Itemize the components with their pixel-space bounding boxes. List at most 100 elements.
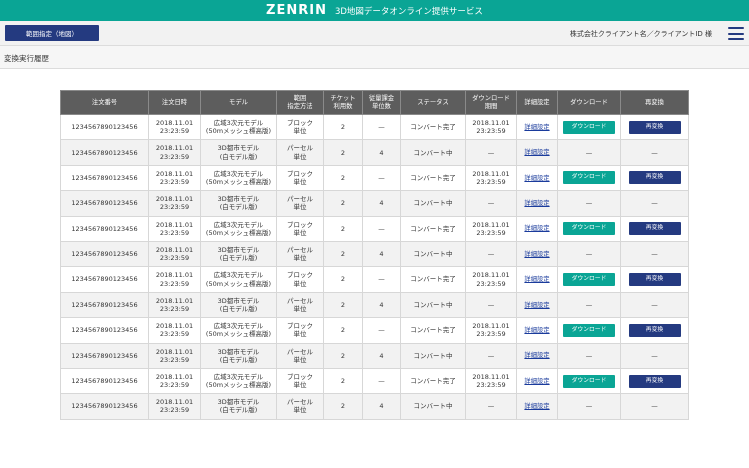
column-header: チケット 利用数 bbox=[323, 90, 363, 115]
range-select-button[interactable]: 範囲指定（地図） bbox=[5, 25, 99, 41]
status-cell: コンバート中 bbox=[400, 190, 466, 217]
ticket-count-cell: 2 bbox=[323, 215, 363, 242]
download-period-cell: 2018.11.01 23:23:59 bbox=[465, 113, 517, 141]
status-cell: コンバート中 bbox=[400, 291, 466, 319]
model-cell: 広域3次元モデル (50mメッシュ標高版) bbox=[200, 215, 277, 242]
order-date-cell: 2018.11.01 23:23:59 bbox=[148, 342, 201, 369]
app-header: ZENRIN 3D地図データオンライン提供サービス bbox=[0, 0, 749, 21]
download-period-cell: — bbox=[465, 190, 517, 217]
unit-count-cell: — bbox=[362, 317, 401, 344]
reconvert-button[interactable]: 再変換 bbox=[628, 171, 681, 185]
detail-settings-link[interactable]: 詳細設定 bbox=[524, 403, 549, 410]
ticket-count-cell: 2 bbox=[323, 291, 363, 319]
reconvert-cell: — bbox=[620, 291, 689, 319]
detail-settings-link[interactable]: 詳細設定 bbox=[524, 225, 549, 232]
unit-count-cell: 4 bbox=[362, 139, 401, 166]
model-cell: 広域3次元モデル (50mメッシュ標高版) bbox=[200, 317, 277, 344]
column-header: 注文番号 bbox=[60, 90, 149, 115]
order-number-cell: 1234567890123456 bbox=[60, 240, 149, 268]
reconvert-cell: — bbox=[620, 342, 689, 369]
order-number-cell: 1234567890123456 bbox=[60, 139, 149, 166]
reconvert-button[interactable]: 再変換 bbox=[628, 323, 681, 337]
detail-settings-link[interactable]: 詳細設定 bbox=[524, 302, 549, 309]
column-header: ダウンロード bbox=[557, 90, 621, 115]
reconvert-cell: 再変換 bbox=[620, 367, 689, 395]
download-cell: — bbox=[557, 291, 621, 319]
order-date-cell: 2018.11.01 23:23:59 bbox=[148, 367, 201, 395]
status-cell: コンバート中 bbox=[400, 240, 466, 268]
detail-settings-cell: 詳細設定 bbox=[516, 342, 558, 369]
order-date-cell: 2018.11.01 23:23:59 bbox=[148, 291, 201, 319]
download-button[interactable]: ダウンロード bbox=[563, 323, 615, 337]
table-row: 1234567890123456 2018.11.01 23:23:59 広域3次元モ… bbox=[60, 164, 689, 192]
page-title: 変換実行履歴 bbox=[4, 54, 49, 63]
order-number-cell: 1234567890123456 bbox=[60, 367, 149, 395]
reconvert-button[interactable]: 再変換 bbox=[628, 120, 681, 134]
download-cell: ダウンロード bbox=[557, 113, 621, 141]
order-date-cell: 2018.11.01 23:23:59 bbox=[148, 190, 201, 217]
detail-settings-link[interactable]: 詳細設定 bbox=[524, 327, 549, 334]
table-row: 1234567890123456 2018.11.01 23:23:59 広域3次元モ… bbox=[60, 215, 689, 242]
detail-settings-link[interactable]: 詳細設定 bbox=[524, 276, 549, 283]
detail-settings-link[interactable]: 詳細設定 bbox=[524, 200, 549, 207]
order-number-cell: 1234567890123456 bbox=[60, 190, 149, 217]
model-cell: 広域3次元モデル (50mメッシュ標高版) bbox=[200, 164, 277, 192]
download-period-cell: 2018.11.01 23:23:59 bbox=[465, 215, 517, 242]
detail-settings-link[interactable]: 詳細設定 bbox=[524, 378, 549, 385]
download-cell: — bbox=[557, 393, 621, 420]
download-cell: — bbox=[557, 139, 621, 166]
range-method-cell: パーセル 単位 bbox=[276, 342, 324, 369]
order-date-cell: 2018.11.01 23:23:59 bbox=[148, 317, 201, 344]
detail-settings-link[interactable]: 詳細設定 bbox=[524, 352, 549, 359]
download-button[interactable]: ダウンロード bbox=[563, 222, 615, 236]
status-cell: コンバート完了 bbox=[400, 317, 466, 344]
page-title-bar: 変換実行履歴 bbox=[0, 46, 749, 69]
detail-settings-link[interactable]: 詳細設定 bbox=[524, 251, 549, 258]
detail-settings-link[interactable]: 詳細設定 bbox=[524, 124, 549, 131]
model-cell: 3D都市モデル (白モデル版) bbox=[200, 342, 277, 369]
download-period-cell: 2018.11.01 23:23:59 bbox=[465, 164, 517, 192]
model-cell: 3D都市モデル (白モデル版) bbox=[200, 190, 277, 217]
download-button[interactable]: ダウンロード bbox=[563, 273, 615, 287]
brand-logo: ZENRIN bbox=[266, 3, 327, 18]
unit-count-cell: 4 bbox=[362, 393, 401, 420]
download-button[interactable]: ダウンロード bbox=[563, 374, 615, 388]
hamburger-menu-icon[interactable] bbox=[728, 27, 744, 40]
detail-settings-cell: 詳細設定 bbox=[516, 164, 558, 192]
order-number-cell: 1234567890123456 bbox=[60, 317, 149, 344]
model-cell: 3D都市モデル (白モデル版) bbox=[200, 139, 277, 166]
status-cell: コンバート完了 bbox=[400, 215, 466, 242]
detail-settings-link[interactable]: 詳細設定 bbox=[524, 175, 549, 182]
reconvert-button[interactable]: 再変換 bbox=[628, 222, 681, 236]
model-cell: 3D都市モデル (白モデル版) bbox=[200, 393, 277, 420]
service-name: 3D地図データオンライン提供サービス bbox=[334, 6, 483, 17]
reconvert-button[interactable]: 再変換 bbox=[628, 374, 681, 388]
download-cell: — bbox=[557, 342, 621, 369]
ticket-count-cell: 2 bbox=[323, 139, 363, 166]
download-button[interactable]: ダウンロード bbox=[563, 171, 615, 185]
download-period-cell: — bbox=[465, 240, 517, 268]
table-row: 1234567890123456 2018.11.01 23:23:59 3D都市モデ… bbox=[60, 190, 689, 217]
table-row: 1234567890123456 2018.11.01 23:23:59 3D都市モデ… bbox=[60, 342, 689, 369]
range-method-cell: パーセル 単位 bbox=[276, 393, 324, 420]
order-number-cell: 1234567890123456 bbox=[60, 113, 149, 141]
download-cell: — bbox=[557, 240, 621, 268]
sub-header: 範囲指定（地図） 株式会社クライアント名／クライアントID 様 bbox=[0, 21, 749, 46]
order-number-cell: 1234567890123456 bbox=[60, 342, 149, 369]
order-date-cell: 2018.11.01 23:23:59 bbox=[148, 113, 201, 141]
column-header: 従量課金 単位数 bbox=[362, 90, 401, 115]
reconvert-button[interactable]: 再変換 bbox=[628, 273, 681, 287]
unit-count-cell: — bbox=[362, 266, 401, 293]
download-period-cell: — bbox=[465, 393, 517, 420]
download-cell: ダウンロード bbox=[557, 164, 621, 192]
download-period-cell: 2018.11.01 23:23:59 bbox=[465, 367, 517, 395]
range-method-cell: ブロック 単位 bbox=[276, 367, 324, 395]
download-button[interactable]: ダウンロード bbox=[563, 120, 615, 134]
column-header: 詳細設定 bbox=[516, 90, 558, 115]
reconvert-cell: 再変換 bbox=[620, 215, 689, 242]
detail-settings-cell: 詳細設定 bbox=[516, 190, 558, 217]
detail-settings-link[interactable]: 詳細設定 bbox=[524, 149, 549, 156]
ticket-count-cell: 2 bbox=[323, 190, 363, 217]
unit-count-cell: — bbox=[362, 215, 401, 242]
order-number-cell: 1234567890123456 bbox=[60, 266, 149, 293]
